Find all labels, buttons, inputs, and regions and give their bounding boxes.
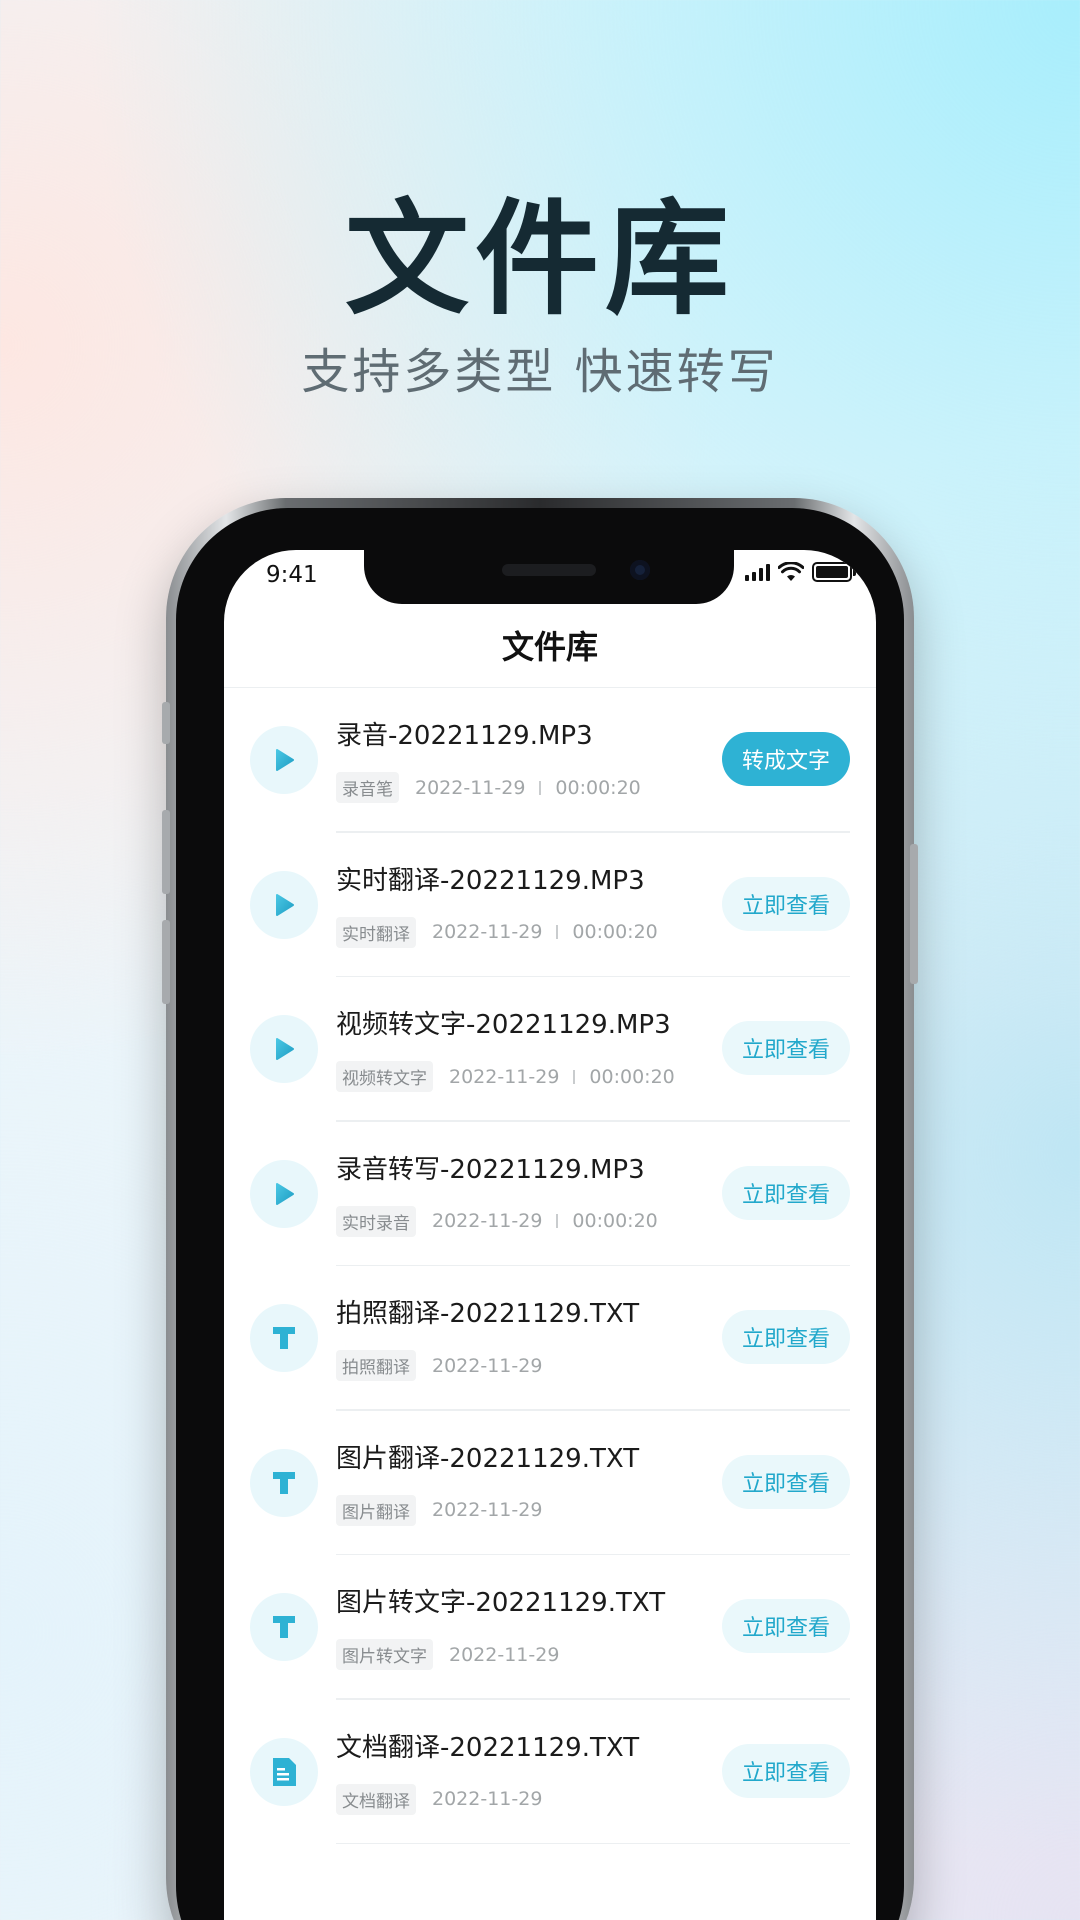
- file-meta: 文档翻译 2022-11-29: [336, 1783, 543, 1815]
- notch: [364, 550, 734, 604]
- view-now-button[interactable]: 立即查看: [722, 876, 850, 931]
- file-source-tag: 图片转文字: [336, 1639, 433, 1670]
- file-meta: 拍照翻译 2022-11-29: [336, 1350, 542, 1381]
- file-meta: 实时翻译 2022-11-29 00:00:20: [336, 916, 658, 948]
- file-meta: 实时录音 2022-11-29 00:00:20: [336, 1205, 658, 1237]
- cellular-signal-icon: [745, 563, 770, 581]
- file-meta: 视频转文字 2022-11-29 00:00:20: [336, 1061, 675, 1092]
- app-title: 文件库: [501, 628, 598, 666]
- file-name: 视频转文字-20221129.MP3: [336, 1010, 671, 1040]
- file-meta: 图片翻译 2022-11-29: [336, 1494, 543, 1526]
- file-name: 录音转写-20221129.MP3: [336, 1154, 645, 1185]
- file-duration: 00:00:20: [572, 1210, 658, 1232]
- file-date: 2022-11-29: [449, 1065, 560, 1088]
- battery-icon: [812, 562, 856, 582]
- view-now-button[interactable]: 立即查看: [722, 1599, 850, 1653]
- file-list-item[interactable]: 实时翻译-20221129.MP3 实时翻译 2022-11-29 00:00:20 立…: [224, 833, 876, 978]
- convert-to-text-button[interactable]: 转成文字: [722, 732, 850, 786]
- status-time: 9:41: [266, 562, 318, 588]
- side-button: [162, 702, 170, 744]
- file-source-tag: 图片翻译: [336, 1494, 416, 1526]
- front-camera: [630, 560, 650, 580]
- volume-up-button: [162, 810, 170, 894]
- file-list-item[interactable]: 图片翻译-20221129.TXT 图片翻译 2022-11-29 立即查看: [224, 1411, 876, 1556]
- file-list-item[interactable]: 录音-20221129.MP3 录音笔 2022-11-29 00:00:20 转成文字: [224, 688, 876, 833]
- promo-subtitle: 支持多类型 快速转写: [301, 344, 779, 400]
- meta-separator: [556, 925, 559, 939]
- file-source-tag: 实时翻译: [336, 916, 416, 948]
- meta-separator: [573, 1069, 576, 1084]
- view-now-button[interactable]: 立即查看: [722, 1310, 850, 1364]
- file-date: 2022-11-29: [432, 1499, 543, 1521]
- file-duration: 00:00:20: [589, 1065, 675, 1088]
- wifi-icon: [778, 562, 804, 581]
- file-duration: 00:00:20: [555, 776, 641, 799]
- file-name: 实时翻译-20221129.MP3: [336, 865, 645, 896]
- file-list-item[interactable]: 拍照翻译-20221129.TXT 拍照翻译 2022-11-29 立即查看: [224, 1266, 876, 1411]
- file-name: 拍照翻译-20221129.TXT: [336, 1299, 640, 1329]
- view-now-button[interactable]: 立即查看: [722, 1743, 850, 1798]
- meta-separator: [556, 1214, 559, 1228]
- file-date: 2022-11-29: [432, 1354, 543, 1377]
- promo-title: 文件库: [344, 188, 735, 332]
- text-icon: [250, 1593, 318, 1661]
- file-meta: 录音笔 2022-11-29 00:00:20: [336, 772, 641, 803]
- power-button: [910, 844, 918, 984]
- view-now-button[interactable]: 立即查看: [722, 1021, 850, 1075]
- phone-screen: 9:41 文件库 录音-20221129.MP3 录音笔 2022-11-29 00:…: [224, 550, 876, 1920]
- file-name: 图片翻译-20221129.TXT: [336, 1443, 640, 1474]
- file-name: 图片转文字-20221129.TXT: [336, 1588, 666, 1618]
- file-duration: 00:00:20: [572, 921, 658, 943]
- view-now-button[interactable]: 立即查看: [722, 1454, 850, 1509]
- file-source-tag: 视频转文字: [336, 1061, 433, 1092]
- file-date: 2022-11-29: [432, 1788, 543, 1810]
- file-name: 录音-20221129.MP3: [336, 721, 593, 751]
- text-icon: [250, 1448, 318, 1517]
- file-source-tag: 拍照翻译: [336, 1350, 416, 1381]
- file-meta: 图片转文字 2022-11-29: [336, 1639, 559, 1670]
- play-icon[interactable]: [250, 1015, 318, 1083]
- file-date: 2022-11-29: [415, 776, 526, 799]
- play-icon[interactable]: [250, 870, 318, 939]
- play-icon[interactable]: [250, 726, 318, 794]
- speaker: [502, 564, 596, 576]
- file-date: 2022-11-29: [432, 1210, 543, 1232]
- file-date: 2022-11-29: [432, 921, 543, 943]
- phone-bezel: 9:41 文件库 录音-20221129.MP3 录音笔 2022-11-29 00:…: [176, 508, 904, 1920]
- file-source-tag: 录音笔: [336, 772, 399, 803]
- file-list-item[interactable]: 录音转写-20221129.MP3 实时录音 2022-11-29 00:00:20 立…: [224, 1122, 876, 1267]
- play-icon[interactable]: [250, 1159, 318, 1228]
- file-name: 文档翻译-20221129.TXT: [336, 1732, 640, 1763]
- file-source-tag: 文档翻译: [336, 1783, 416, 1815]
- file-list: 录音-20221129.MP3 录音笔 2022-11-29 00:00:20 转成文字…: [224, 688, 876, 1844]
- file-list-item[interactable]: 视频转文字-20221129.MP3 视频转文字 2022-11-29 00:00:2…: [224, 977, 876, 1122]
- document-icon: [250, 1737, 318, 1806]
- volume-down-button: [162, 920, 170, 1004]
- phone-frame: 9:41 文件库 录音-20221129.MP3 录音笔 2022-11-29 00:…: [162, 498, 918, 1920]
- file-list-item[interactable]: 文档翻译-20221129.TXT 文档翻译 2022-11-29 立即查看: [224, 1700, 876, 1845]
- file-list-item[interactable]: 图片转文字-20221129.TXT 图片转文字 2022-11-29 立即查看: [224, 1555, 876, 1700]
- file-source-tag: 实时录音: [336, 1205, 416, 1237]
- text-icon: [250, 1304, 318, 1372]
- meta-separator: [539, 780, 542, 795]
- status-icons: [745, 562, 856, 582]
- view-now-button[interactable]: 立即查看: [722, 1165, 850, 1220]
- file-date: 2022-11-29: [449, 1643, 560, 1666]
